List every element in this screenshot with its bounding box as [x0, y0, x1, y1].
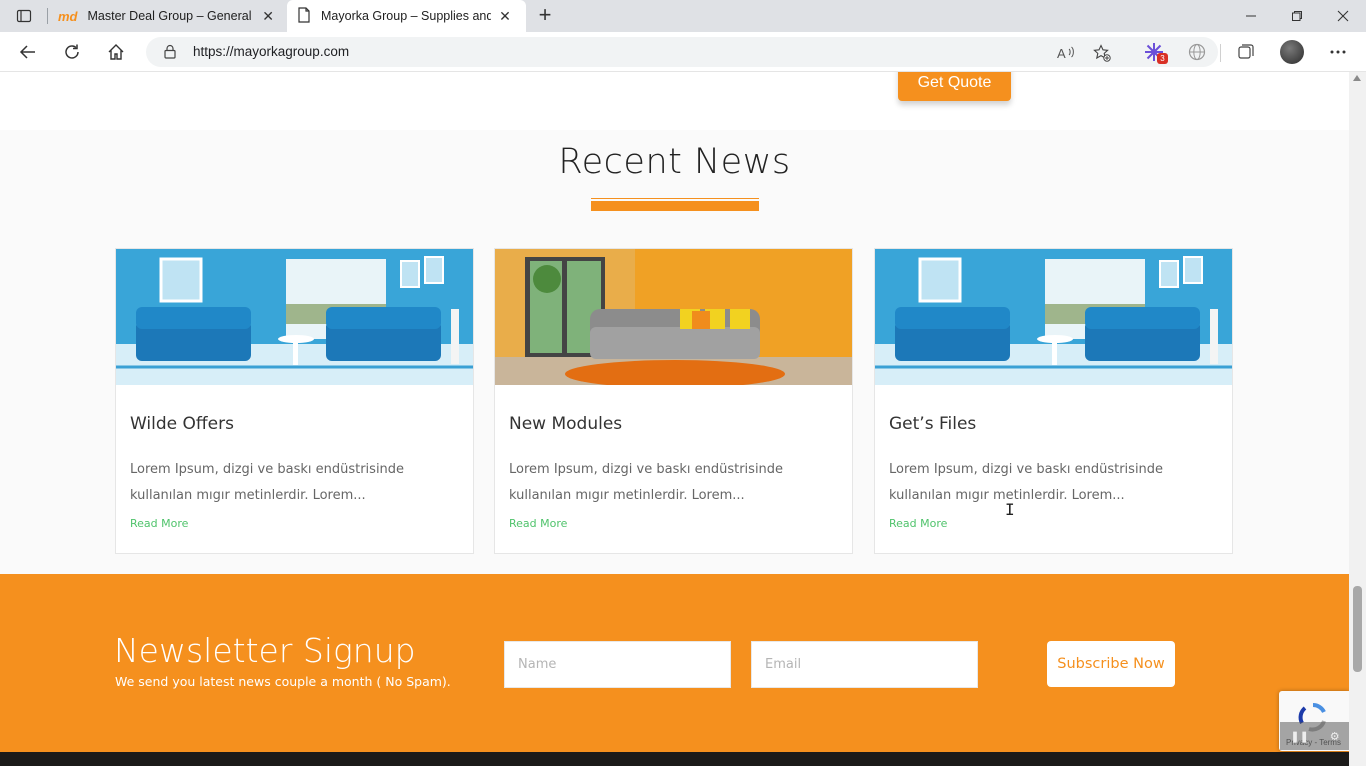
browser-toolbar: https://mayorkagroup.com A 3 [0, 32, 1366, 72]
newsletter-subtitle: We send you latest news couple a month (… [115, 674, 451, 689]
home-icon[interactable] [102, 38, 130, 66]
recent-news-heading: Recent News [558, 142, 791, 182]
orange-living-room-photo[interactable] [495, 249, 852, 385]
address-bar[interactable]: https://mayorkagroup.com A [146, 37, 1218, 67]
close-window-icon[interactable] [1320, 0, 1366, 32]
browser-tab-bar: md Master Deal Group – General Tra ✕ May… [0, 0, 1366, 32]
media-overlay-controls[interactable]: ❚❚ ⚙ [1280, 722, 1349, 750]
news-card: Get’s Files Lorem Ipsum, dizgi ve baskı … [874, 248, 1233, 554]
read-more-link[interactable]: Read More [889, 517, 947, 530]
profile-avatar[interactable] [1278, 38, 1306, 66]
heading-underline [591, 198, 759, 199]
name-input[interactable] [504, 641, 731, 688]
text-cursor-icon: I [1005, 500, 1015, 519]
minimize-icon[interactable] [1228, 0, 1274, 32]
page-viewport: Get Quote Recent News Wilde Offers Lorem… [0, 72, 1349, 766]
card-title[interactable]: Get’s Files [889, 414, 976, 434]
toolbar-divider [1220, 44, 1221, 62]
news-card: New Modules Lorem Ipsum, dizgi ve baskı … [494, 248, 853, 554]
pause-icon[interactable]: ❚❚ [1290, 730, 1308, 743]
tab-actions-icon[interactable] [10, 6, 38, 26]
page-icon [297, 6, 311, 26]
scrollbar-thumb[interactable] [1353, 586, 1362, 672]
newsletter-section: Newsletter Signup We send you latest new… [0, 574, 1349, 752]
url-text[interactable]: https://mayorkagroup.com [193, 44, 349, 59]
footer-strip [0, 752, 1349, 766]
refresh-icon[interactable] [58, 38, 86, 66]
newsletter-title: Newsletter Signup [114, 631, 416, 670]
tab-title: Mayorka Group – Supplies and C [321, 9, 491, 23]
get-quote-button[interactable]: Get Quote [898, 72, 1011, 101]
svg-text:A: A [1057, 46, 1066, 61]
card-title[interactable]: Wilde Offers [130, 414, 234, 434]
close-tab-icon[interactable]: ✕ [497, 8, 513, 24]
blue-living-room-photo[interactable] [116, 249, 473, 385]
read-more-link[interactable]: Read More [130, 517, 188, 530]
scroll-up-icon[interactable] [1353, 75, 1361, 81]
collections-icon[interactable] [1232, 38, 1260, 66]
settings-icon[interactable]: ⚙ [1330, 730, 1340, 743]
heading-underline-bar [591, 201, 759, 211]
card-excerpt: Lorem Ipsum, dizgi ve baskı endüstrisind… [889, 462, 1164, 503]
more-menu-icon[interactable] [1324, 38, 1352, 66]
read-aloud-icon[interactable]: A [1056, 43, 1076, 63]
add-favorite-icon[interactable] [1092, 43, 1112, 63]
tab-mayorka-group[interactable]: Mayorka Group – Supplies and C ✕ [287, 0, 526, 32]
extension-icon[interactable]: 3 [1140, 38, 1168, 66]
read-more-link[interactable]: Read More [509, 517, 567, 530]
globe-icon[interactable] [1183, 38, 1211, 66]
restore-icon[interactable] [1274, 0, 1320, 32]
card-excerpt: Lorem Ipsum, dizgi ve baskı endüstrisind… [130, 462, 405, 503]
card-excerpt: Lorem Ipsum, dizgi ve baskı endüstrisind… [509, 462, 784, 503]
back-icon[interactable] [14, 38, 42, 66]
subscribe-button[interactable]: Subscribe Now [1047, 641, 1175, 687]
card-title[interactable]: New Modules [509, 414, 622, 434]
lock-icon[interactable] [164, 44, 176, 64]
news-card: Wilde Offers Lorem Ipsum, dizgi ve baskı… [115, 248, 474, 554]
email-input[interactable] [751, 641, 978, 688]
previous-section [0, 72, 1349, 130]
page-scrollbar[interactable] [1349, 72, 1366, 766]
tab-title: Master Deal Group – General Tra [87, 9, 255, 23]
new-tab-icon[interactable]: + [534, 2, 556, 27]
tab-master-deal-group[interactable]: md Master Deal Group – General Tra ✕ [48, 0, 286, 32]
md-logo-icon: md [58, 8, 78, 24]
close-tab-icon[interactable]: ✕ [260, 8, 276, 24]
blue-living-room-photo[interactable] [875, 249, 1232, 385]
extension-badge: 3 [1157, 53, 1168, 64]
